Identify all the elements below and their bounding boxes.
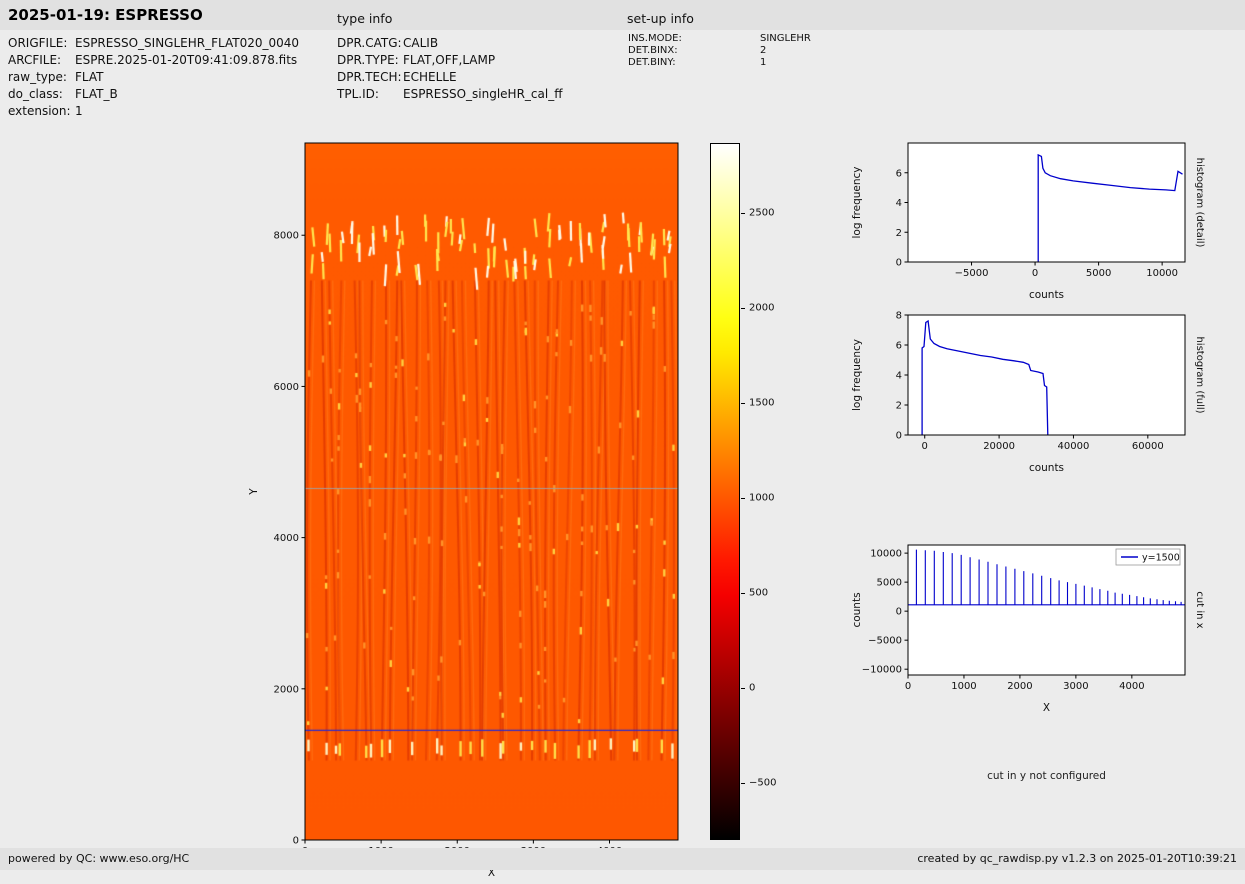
- y-tick-label: 0: [896, 431, 902, 442]
- x-tick-label: 0: [1032, 268, 1038, 279]
- y-tick-label: 2: [896, 228, 902, 239]
- type-info-heading: type info: [337, 11, 393, 26]
- setup-info-heading: set-up info: [627, 11, 694, 26]
- x-tick-label: 5000: [1086, 268, 1111, 279]
- legend-label: y=1500: [1142, 553, 1180, 564]
- x-tick-label: 40000: [1058, 441, 1090, 452]
- header-bar: 2025-01-19: ESPRESSO type info set-up in…: [0, 0, 1245, 30]
- qc-report-page: { "header": { "title": "2025-01-19: ESPR…: [0, 0, 1245, 879]
- y-tick-label: 0: [293, 836, 299, 847]
- colorbar-tick-label: 500: [749, 587, 769, 599]
- y-tick-label: −5000: [868, 636, 902, 647]
- y-axis-label: log frequency: [851, 339, 863, 411]
- right-axis-label: histogram (detail): [1194, 158, 1205, 248]
- figure-area: −50005001000150020002500 010002000300040…: [0, 30, 1245, 879]
- colorbar-tick-mark: [741, 213, 745, 215]
- y-tick-label: 6: [896, 341, 902, 352]
- x-tick-label: 3000: [1063, 681, 1088, 692]
- cut-in-x-plot: 0 1000 2000 3000 4000 −10000 −5000 0 5000 10000 Xc…: [851, 544, 1205, 714]
- axes-frame: [304, 142, 679, 841]
- x-tick-label: 0: [922, 441, 928, 452]
- colorbar-tick-label: −500: [749, 777, 777, 789]
- y-tick-label: 2: [896, 401, 902, 412]
- y-tick-label: 2000: [274, 684, 299, 695]
- y-tick-label: 6: [896, 168, 902, 179]
- x-axis-label: counts: [1029, 462, 1064, 474]
- y-tick-label: 4000: [274, 533, 299, 544]
- y-axis-label: log frequency: [851, 166, 863, 238]
- colorbar-tick-mark: [741, 403, 745, 405]
- colorbar-tick-mark: [741, 688, 745, 690]
- footer-right: created by qc_rawdisp.py v1.2.3 on 2025-…: [917, 852, 1237, 865]
- y-tick-label: 6000: [274, 382, 299, 393]
- y-axis-label: Y: [248, 488, 260, 496]
- x-axis-label: counts: [1029, 289, 1064, 301]
- footer-left: powered by QC: www.eso.org/HC: [8, 852, 190, 865]
- right-axis-label: cut in x: [1194, 591, 1205, 628]
- histogram-full-plot: 0 20000 40000 60000 0 2 4 6 8 counts log frequency…: [851, 311, 1205, 475]
- x-tick-label: 2000: [1007, 681, 1032, 692]
- colorbar-tick-label: 2000: [749, 302, 775, 314]
- colorbar-tick-mark: [741, 593, 745, 595]
- axes-background: [908, 315, 1185, 435]
- page-title: 2025-01-19: ESPRESSO: [8, 6, 203, 24]
- x-tick-label: 10000: [1146, 268, 1178, 279]
- x-tick-label: 60000: [1132, 441, 1164, 452]
- x-tick-label: 0: [905, 681, 911, 692]
- y-tick-label: 0: [896, 258, 902, 269]
- x-axis-label: X: [1043, 702, 1050, 714]
- x-tick-label: −5000: [955, 268, 989, 279]
- colorbar-tick-label: 1500: [749, 397, 775, 409]
- right-axis-label: histogram (full): [1194, 336, 1205, 413]
- y-tick-label: 4: [896, 371, 902, 382]
- colorbar: −500 0 500 1000 1500 2000 2500: [710, 143, 790, 840]
- raw-image-axes: 0100020003000400002000400060008000XY: [248, 142, 679, 879]
- y-tick-label: 0: [896, 607, 902, 618]
- y-tick-label: −10000: [862, 665, 902, 676]
- x-tick-label: 1000: [951, 681, 976, 692]
- axes-background: [908, 143, 1185, 262]
- y-tick-label: 10000: [870, 549, 902, 560]
- colorbar-tick-mark: [741, 783, 745, 785]
- y-tick-label: 8: [896, 311, 902, 322]
- footer-bar: powered by QC: www.eso.org/HC created by…: [0, 848, 1245, 870]
- colorbar-tick-label: 2500: [749, 207, 775, 219]
- colorbar-tick-label: 1000: [749, 492, 775, 504]
- y-tick-label: 4: [896, 198, 902, 209]
- cut-in-y-message: cut in y not configured: [987, 770, 1106, 782]
- colorbar-tick-mark: [741, 308, 745, 310]
- x-tick-label: 4000: [1119, 681, 1144, 692]
- histogram-detail-plot: −5000 0 5000 10000 0 2 4 6 counts log frequency hi…: [851, 142, 1205, 301]
- colorbar-tick-mark: [741, 498, 745, 500]
- x-tick-label: 20000: [983, 441, 1015, 452]
- colorbar-tick-label: 0: [749, 682, 756, 694]
- y-tick-label: 8000: [274, 231, 299, 242]
- y-tick-label: 5000: [877, 578, 902, 589]
- y-axis-label: counts: [851, 592, 863, 627]
